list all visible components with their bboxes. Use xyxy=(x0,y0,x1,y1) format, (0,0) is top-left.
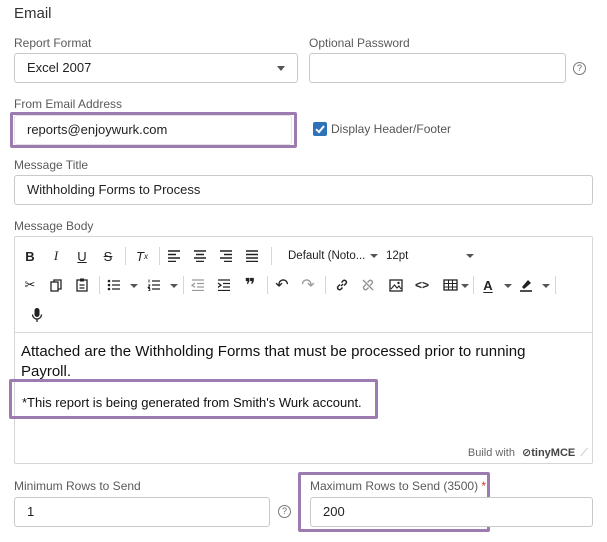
toolbar-divider xyxy=(555,276,556,294)
highlight-color-icon[interactable] xyxy=(515,274,537,296)
toolbar-divider xyxy=(183,276,184,294)
align-justify-icon[interactable] xyxy=(241,245,263,267)
chevron-down-icon[interactable] xyxy=(504,284,512,288)
header-footer-label: Display Header/Footer xyxy=(331,122,452,136)
microphone-icon[interactable] xyxy=(26,304,48,326)
min-rows-input[interactable]: 1 xyxy=(14,497,270,527)
report-format-value: Excel 2007 xyxy=(27,60,92,75)
cut-icon[interactable]: ✂ xyxy=(19,274,41,296)
copy-icon[interactable] xyxy=(45,274,67,296)
bold-icon[interactable]: B xyxy=(19,245,41,267)
report-format-label: Report Format xyxy=(14,36,92,50)
header-footer-checkbox[interactable] xyxy=(313,122,327,136)
font-size-select[interactable]: 12pt xyxy=(386,245,476,267)
chevron-down-icon xyxy=(370,253,379,258)
toolbar-divider xyxy=(473,276,474,294)
code-icon[interactable]: <> xyxy=(411,274,433,296)
highlight-box xyxy=(9,379,378,419)
message-body-label: Message Body xyxy=(14,219,94,233)
toolbar-divider xyxy=(99,276,100,294)
tinymce-logo[interactable]: ⊘tinyMCE xyxy=(522,447,578,459)
undo-icon[interactable]: ↶ xyxy=(271,274,293,296)
tinymce-icon: ⊘ xyxy=(522,447,532,459)
help-icon[interactable]: ? xyxy=(573,62,586,75)
chevron-down-icon[interactable] xyxy=(130,284,138,288)
table-icon[interactable] xyxy=(439,274,461,296)
help-icon[interactable]: ? xyxy=(278,505,291,518)
bullet-list-icon[interactable] xyxy=(103,274,125,296)
align-left-icon[interactable] xyxy=(163,245,185,267)
underline-icon[interactable]: U xyxy=(71,245,93,267)
password-input[interactable] xyxy=(309,53,566,83)
report-format-select[interactable]: Excel 2007 xyxy=(14,53,298,83)
image-icon[interactable] xyxy=(385,274,407,296)
font-family-select[interactable]: Default (Noto... xyxy=(288,245,379,267)
font-family-value: Default (Noto... xyxy=(288,250,366,262)
text-color-icon[interactable]: A xyxy=(477,274,499,296)
toolbar-divider xyxy=(271,247,272,265)
rich-text-editor: B I U S Tx Default (Noto... 12pt ✂ ❞ ↶ ↷… xyxy=(14,236,593,464)
indent-icon[interactable] xyxy=(213,274,235,296)
align-center-icon[interactable] xyxy=(189,245,211,267)
max-rows-label: Maximum Rows to Send (3500) * xyxy=(310,479,486,493)
from-email-label: From Email Address xyxy=(14,97,123,111)
required-mark: * xyxy=(481,479,487,493)
link-icon[interactable] xyxy=(331,274,353,296)
message-title-input[interactable]: Withholding Forms to Process xyxy=(14,175,593,205)
from-email-input[interactable]: reports@enjoywurk.com xyxy=(14,115,292,145)
strikethrough-icon[interactable]: S xyxy=(97,245,119,267)
password-label: Optional Password xyxy=(309,36,410,50)
italic-icon[interactable]: I xyxy=(45,245,67,267)
clear-format-icon[interactable]: Tx xyxy=(131,245,153,267)
toolbar-divider xyxy=(267,276,268,294)
min-rows-label: Minimum Rows to Send xyxy=(14,479,141,493)
toolbar-divider xyxy=(325,276,326,294)
chevron-down-icon xyxy=(277,66,285,71)
font-size-value: 12pt xyxy=(386,250,409,262)
blockquote-icon[interactable]: ❞ xyxy=(239,274,261,296)
paste-icon[interactable] xyxy=(71,274,93,296)
chevron-down-icon xyxy=(466,254,474,258)
outdent-icon[interactable] xyxy=(187,274,209,296)
checkmark-icon xyxy=(315,125,325,134)
message-title-label: Message Title xyxy=(14,158,89,172)
max-rows-input[interactable]: 200 xyxy=(310,497,593,527)
branding-text: Build with xyxy=(467,447,515,459)
numbered-list-icon[interactable] xyxy=(143,274,165,296)
chevron-down-icon[interactable] xyxy=(170,284,178,288)
max-rows-label-text: Maximum Rows to Send (3500) xyxy=(310,479,479,493)
toolbar-divider xyxy=(125,247,126,265)
editor-statusbar: Build with ⊘tinyMCE ⟋ xyxy=(468,446,588,460)
section-title: Email xyxy=(14,5,52,22)
align-right-icon[interactable] xyxy=(215,245,237,267)
body-paragraph: Attached are the Withholding Forms that … xyxy=(21,343,526,380)
toolbar-divider xyxy=(159,247,160,265)
unlink-icon[interactable] xyxy=(357,274,379,296)
editor-toolbar: B I U S Tx Default (Noto... 12pt ✂ ❞ ↶ ↷… xyxy=(15,237,592,333)
chevron-down-icon[interactable] xyxy=(542,284,550,288)
resize-handle-icon[interactable]: ⟋ xyxy=(580,447,588,459)
redo-icon[interactable]: ↷ xyxy=(297,274,319,296)
chevron-down-icon[interactable] xyxy=(461,284,469,288)
